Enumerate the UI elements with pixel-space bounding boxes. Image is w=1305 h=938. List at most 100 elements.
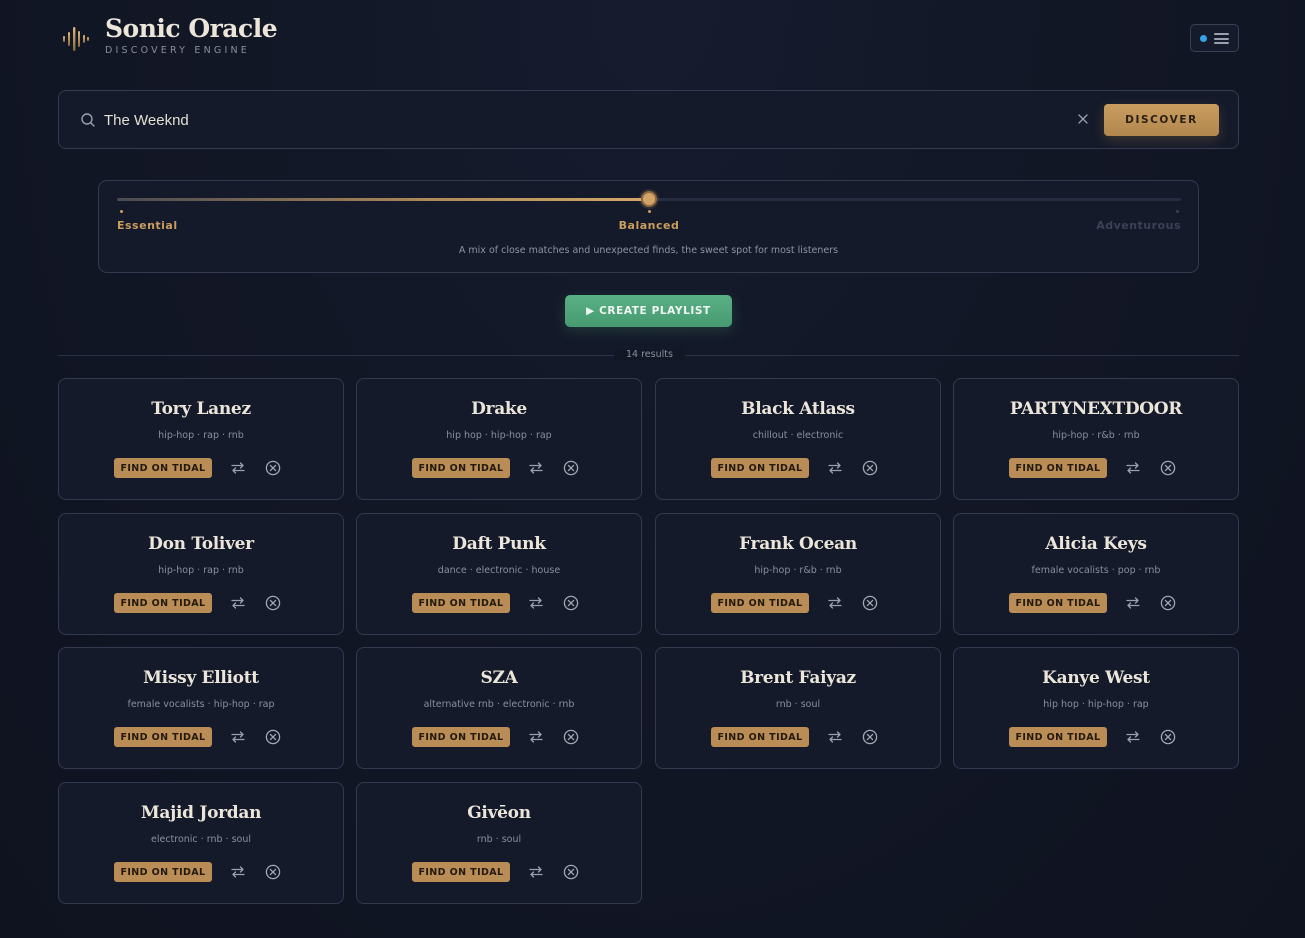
artist-card: PARTYNEXTDOOR hip-hop · r&b · rnb FIND ON … (953, 378, 1239, 500)
circle-x-icon[interactable] (563, 595, 579, 611)
artist-name: Don Toliver (148, 534, 254, 554)
results-count: 14 results (614, 349, 685, 360)
artist-name: Brent Faiyaz (740, 668, 856, 688)
artist-card: SZA alternative rnb · electronic · rnb FIN… (356, 647, 642, 769)
circle-x-icon[interactable] (862, 729, 878, 745)
discovery-slider-panel: Essential Balanced Adventurous A mix of … (98, 180, 1199, 273)
find-on-tidal-button[interactable]: FIND ON TIDAL (1009, 458, 1107, 478)
artist-card: Drake hip hop · hip-hop · rap FIND ON TIDA… (356, 378, 642, 500)
find-on-tidal-button[interactable]: FIND ON TIDAL (114, 862, 212, 882)
artist-card: Missy Elliott female vocalists · hip-hop … (58, 647, 344, 769)
find-on-tidal-button[interactable]: FIND ON TIDAL (1009, 727, 1107, 747)
artist-card: Kanye West hip hop · hip-hop · rap FIND ON… (953, 647, 1239, 769)
swap-arrows-icon[interactable] (1126, 461, 1140, 475)
app-subtitle: DISCOVERY ENGINE (105, 45, 250, 56)
swap-arrows-icon[interactable] (231, 865, 245, 879)
artist-tags: female vocalists · hip-hop · rap (127, 699, 275, 710)
artist-name: Black Atlass (741, 399, 855, 419)
artist-tags: rnb · soul (775, 699, 821, 710)
artist-tags: hip-hop · r&b · rnb (754, 565, 842, 576)
artist-name: Missy Elliott (143, 668, 259, 688)
artist-card: Frank Ocean hip-hop · r&b · rnb FIND ON TI… (655, 513, 941, 635)
circle-x-icon[interactable] (1160, 595, 1176, 611)
find-on-tidal-button[interactable]: FIND ON TIDAL (412, 727, 510, 747)
circle-x-icon[interactable] (1160, 729, 1176, 745)
artist-card: Alicia Keys female vocalists · pop · rnb F… (953, 513, 1239, 635)
circle-x-icon[interactable] (265, 460, 281, 476)
find-on-tidal-button[interactable]: FIND ON TIDAL (114, 727, 212, 747)
artist-name: Alicia Keys (1045, 534, 1147, 554)
discover-button[interactable]: DISCOVER (1104, 104, 1219, 136)
circle-x-icon[interactable] (265, 729, 281, 745)
artist-tags: hip-hop · rap · rnb (158, 565, 244, 576)
artist-tags: chillout · electronic (752, 430, 844, 441)
artist-card: Daft Punk dance · electronic · house FIND … (356, 513, 642, 635)
find-on-tidal-button[interactable]: FIND ON TIDAL (711, 727, 809, 747)
circle-x-icon[interactable] (563, 864, 579, 880)
find-on-tidal-button[interactable]: FIND ON TIDAL (114, 458, 212, 478)
circle-x-icon[interactable] (563, 460, 579, 476)
artist-name: Daft Punk (452, 534, 546, 554)
artist-name: PARTYNEXTDOOR (1009, 399, 1183, 419)
artist-tags: hip hop · hip-hop · rap (1043, 699, 1149, 710)
artist-name: SZA (480, 668, 518, 688)
swap-arrows-icon[interactable] (231, 461, 245, 475)
swap-arrows-icon[interactable] (231, 730, 245, 744)
artist-tags: female vocalists · pop · rnb (1031, 565, 1161, 576)
slider-fill (117, 198, 649, 201)
circle-x-icon[interactable] (862, 460, 878, 476)
create-playlist-button[interactable]: ▶ CREATE PLAYLIST (565, 295, 732, 327)
artist-card: Majid Jordan electronic · rnb · soul FIND … (58, 782, 344, 904)
search-icon (81, 113, 95, 127)
search-input[interactable] (104, 107, 1004, 133)
app-title: Sonic Oracle (105, 14, 278, 43)
find-on-tidal-button[interactable]: FIND ON TIDAL (412, 862, 510, 882)
artist-card: Brent Faiyaz rnb · soul FIND ON TIDAL (655, 647, 941, 769)
swap-arrows-icon[interactable] (529, 865, 543, 879)
swap-arrows-icon[interactable] (828, 596, 842, 610)
find-on-tidal-button[interactable]: FIND ON TIDAL (711, 593, 809, 613)
find-on-tidal-button[interactable]: FIND ON TIDAL (114, 593, 212, 613)
artist-tags: electronic · rnb · soul (150, 834, 251, 845)
find-on-tidal-button[interactable]: FIND ON TIDAL (711, 458, 809, 478)
circle-x-icon[interactable] (862, 595, 878, 611)
artist-card: Black Atlass chillout · electronic FIND ON… (655, 378, 941, 500)
artist-card: Givēon rnb · soul FIND ON TIDAL (356, 782, 642, 904)
artist-tags: hip-hop · rap · rnb (158, 430, 244, 441)
find-on-tidal-button[interactable]: FIND ON TIDAL (412, 458, 510, 478)
artist-name: Givēon (467, 803, 531, 823)
menu-button[interactable] (1190, 24, 1239, 52)
slider-label-adventurous[interactable]: Adventurous (1096, 219, 1181, 232)
swap-arrows-icon[interactable] (1126, 596, 1140, 610)
slider-label-balanced[interactable]: Balanced (613, 219, 685, 232)
waveform-icon (63, 27, 89, 51)
circle-x-icon[interactable] (265, 864, 281, 880)
slider-handle[interactable] (641, 191, 657, 207)
status-dot (1200, 35, 1207, 42)
swap-arrows-icon[interactable] (231, 596, 245, 610)
circle-x-icon[interactable] (265, 595, 281, 611)
artist-tags: hip-hop · r&b · rnb (1052, 430, 1140, 441)
artist-tags: dance · electronic · house (437, 565, 561, 576)
swap-arrows-icon[interactable] (529, 596, 543, 610)
artist-name: Drake (471, 399, 527, 419)
artist-tags: rnb · soul (476, 834, 522, 845)
slider-description: A mix of close matches and unexpected fi… (458, 245, 839, 256)
swap-arrows-icon[interactable] (529, 730, 543, 744)
slider-tick-adventurous (1175, 210, 1179, 213)
swap-arrows-icon[interactable] (1126, 730, 1140, 744)
artist-tags: alternative rnb · electronic · rnb (423, 699, 575, 710)
find-on-tidal-button[interactable]: FIND ON TIDAL (412, 593, 510, 613)
artist-name: Kanye West (1042, 668, 1150, 688)
artist-name: Majid Jordan (140, 803, 262, 823)
swap-arrows-icon[interactable] (529, 461, 543, 475)
close-icon[interactable] (1077, 113, 1089, 125)
circle-x-icon[interactable] (563, 729, 579, 745)
slider-label-essential[interactable]: Essential (117, 219, 178, 232)
artist-card: Tory Lanez hip-hop · rap · rnb FIND ON TID… (58, 378, 344, 500)
swap-arrows-icon[interactable] (828, 461, 842, 475)
find-on-tidal-button[interactable]: FIND ON TIDAL (1009, 593, 1107, 613)
slider-tick-balanced (647, 210, 651, 213)
swap-arrows-icon[interactable] (828, 730, 842, 744)
circle-x-icon[interactable] (1160, 460, 1176, 476)
